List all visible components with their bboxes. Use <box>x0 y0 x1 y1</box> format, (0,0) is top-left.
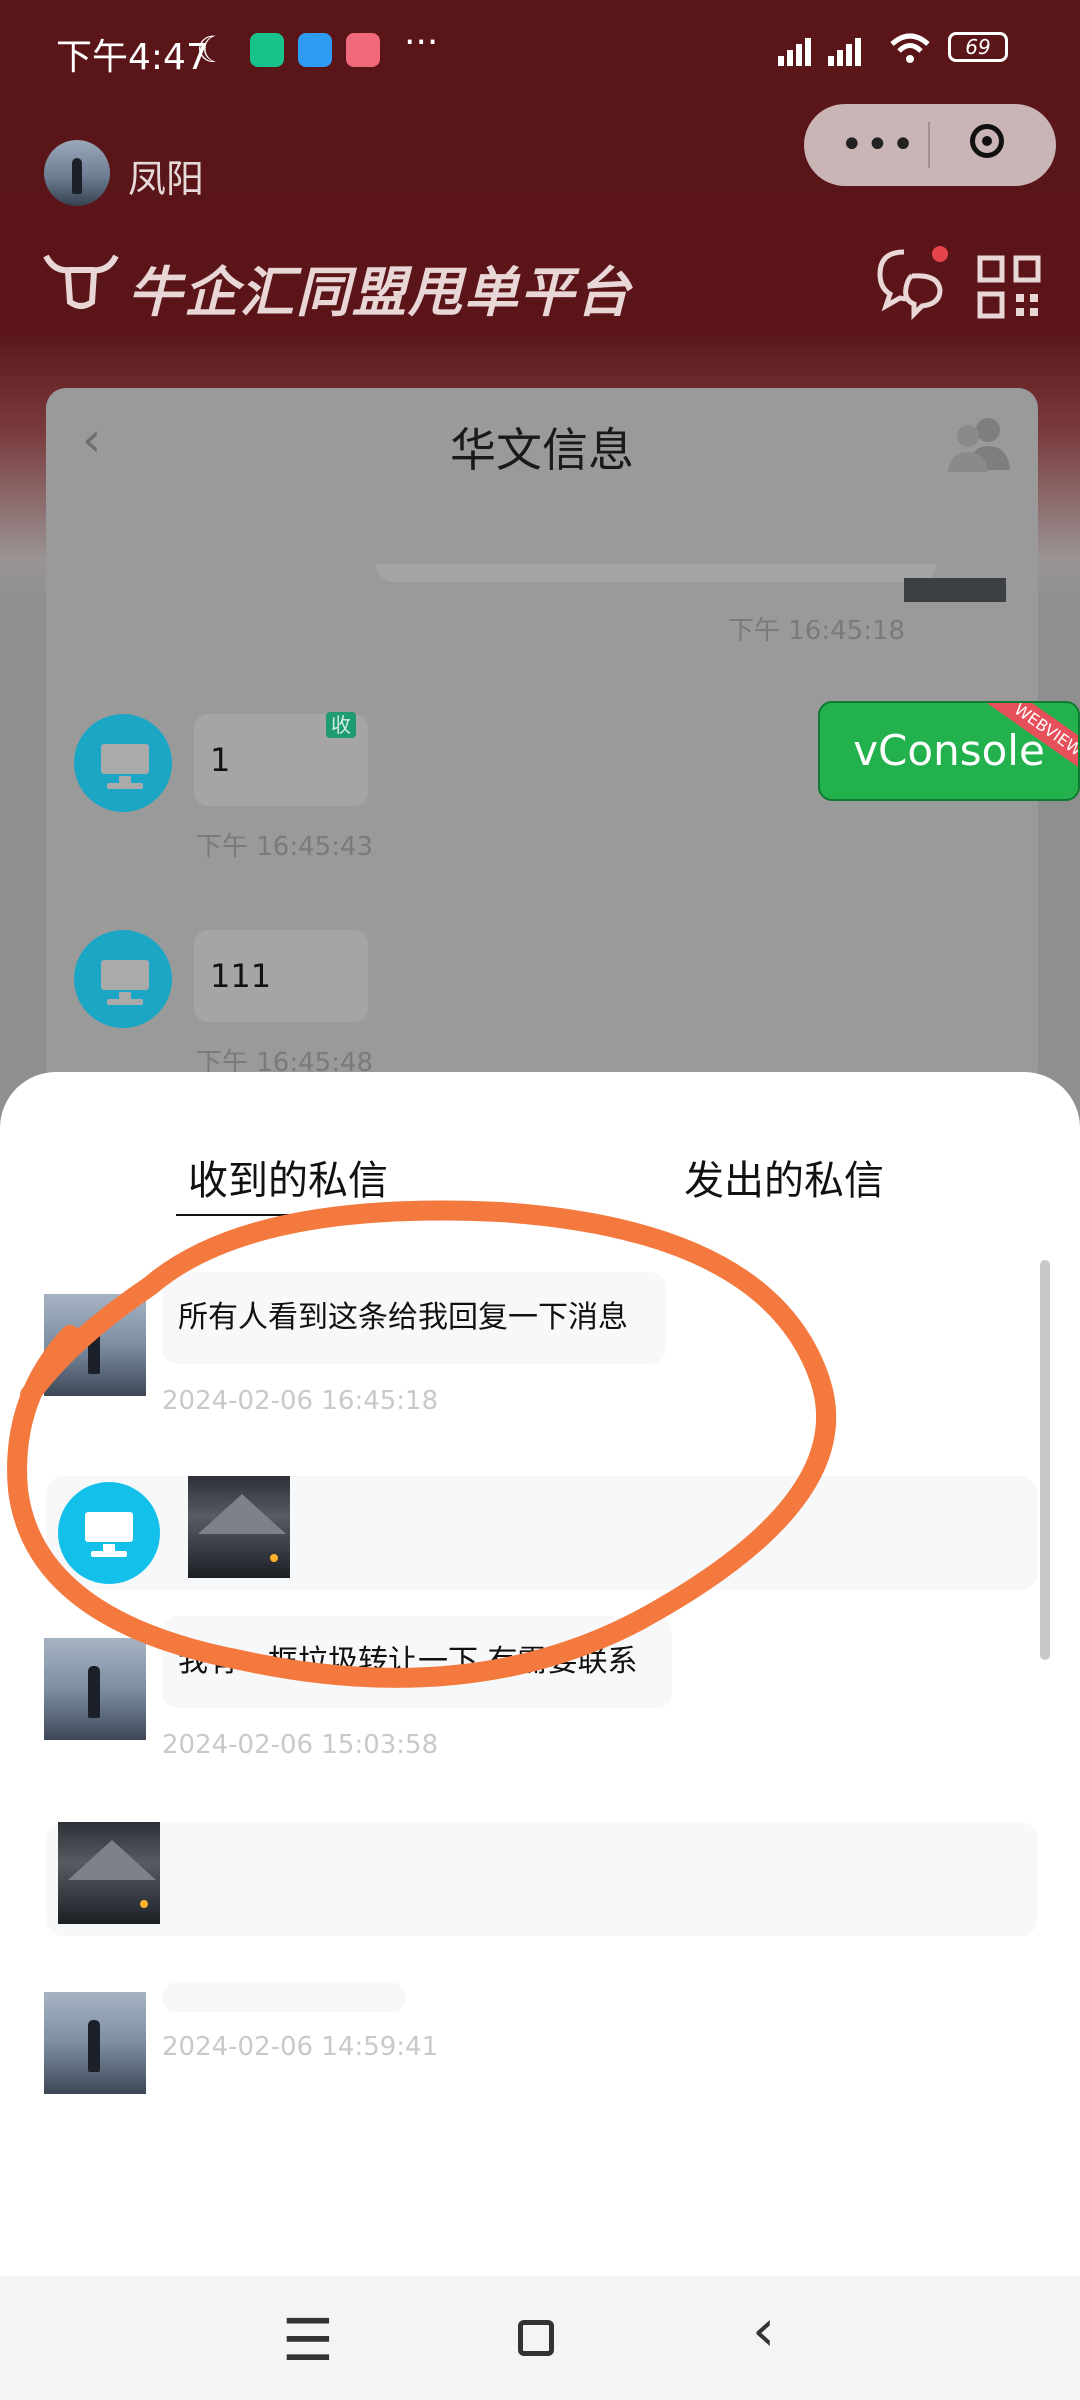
close-miniprogram-button[interactable] <box>970 124 1004 158</box>
scrollbar[interactable] <box>1040 1260 1050 1660</box>
message-bubble: 111 <box>194 930 368 1022</box>
list-item[interactable] <box>46 1822 1038 1936</box>
status-more: ··· <box>404 22 439 63</box>
message-time: 2024-02-06 14:59:41 <box>162 2032 439 2062</box>
message-avatar <box>74 714 172 812</box>
user-avatar[interactable] <box>44 140 110 206</box>
message-bubble <box>162 1982 406 2012</box>
shield-app-icon <box>250 33 284 67</box>
miniprogram-capsule: ••• <box>804 104 1056 186</box>
more-menu-button[interactable]: ••• <box>840 125 917 165</box>
wifi-icon <box>890 33 930 63</box>
message-time: 下午 16:45:43 <box>196 832 374 862</box>
vconsole-button[interactable]: vConsole WEBVIEW <box>818 701 1080 801</box>
message-app-icon <box>298 33 332 67</box>
back-icon[interactable]: ‹ <box>752 2296 775 2364</box>
qr-code-icon[interactable] <box>976 254 1042 320</box>
message-avatar <box>74 930 172 1028</box>
vconsole-label: vConsole <box>853 726 1045 775</box>
message-time: 下午 16:45:18 <box>728 616 906 646</box>
message-bubble-partial <box>376 564 936 582</box>
chat-title: 华文信息 <box>450 423 634 477</box>
annotation-circle <box>7 1200 837 1688</box>
home-icon[interactable] <box>518 2320 554 2356</box>
grid-app-icon <box>346 33 380 67</box>
battery-level: 69 <box>965 35 991 59</box>
message-text: 111 <box>210 957 272 995</box>
brand-title: 牛企汇同盟甩单平台 <box>128 261 632 324</box>
signal-icon <box>778 38 861 66</box>
battery-icon: 69 <box>948 32 1008 62</box>
moon-icon: ☾ <box>196 30 229 71</box>
menu-icon[interactable]: ☰ <box>282 2306 334 2374</box>
status-time: 下午4:47 <box>56 37 209 78</box>
sender-avatar <box>44 1992 146 2094</box>
sender-avatar-partial <box>904 578 1006 602</box>
image-thumbnail[interactable] <box>58 1822 160 1924</box>
bull-logo-icon <box>43 254 119 309</box>
chat-bubbles-icon[interactable] <box>874 244 950 320</box>
capsule-divider <box>928 122 930 168</box>
system-nav-bar: ☰ ‹ <box>0 2276 1080 2400</box>
message-text: 1 <box>210 741 231 779</box>
received-badge: 收 <box>326 712 356 738</box>
user-name: 凤阳 <box>128 157 205 201</box>
list-item[interactable]: 2024-02-06 14:59:41 <box>0 1962 1030 2122</box>
group-members-icon[interactable] <box>946 414 1016 474</box>
